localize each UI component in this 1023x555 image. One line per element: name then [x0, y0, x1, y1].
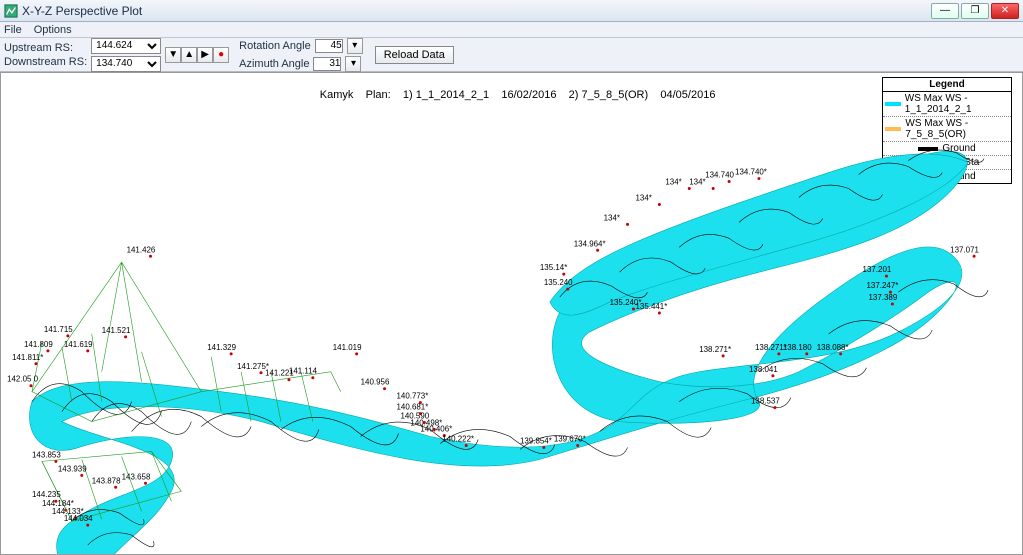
downstream-label: Downstream RS:	[4, 56, 87, 68]
svg-text:134*: 134*	[689, 178, 705, 187]
svg-text:144.034: 144.034	[64, 514, 93, 523]
perspective-plot[interactable]: 141.426 141.521 141.715 141.619 141.809 141.8…	[1, 73, 1022, 554]
svg-text:134.740: 134.740	[705, 171, 734, 180]
svg-text:135.240: 135.240	[544, 278, 573, 287]
svg-text:141.619: 141.619	[64, 340, 93, 349]
svg-text:137.201: 137.201	[863, 265, 892, 274]
svg-text:137.247*: 137.247*	[867, 281, 899, 290]
menu-options[interactable]: Options	[34, 24, 72, 36]
svg-text:143.658: 143.658	[122, 472, 151, 481]
svg-text:139.670*: 139.670*	[554, 434, 586, 443]
svg-text:140.956: 140.956	[361, 378, 390, 387]
svg-text:142.05 0: 142.05 0	[7, 375, 39, 384]
minimize-button[interactable]: —	[931, 3, 959, 19]
svg-text:134.740*: 134.740*	[735, 168, 767, 177]
svg-text:141.019: 141.019	[333, 343, 362, 352]
svg-text:141.811*: 141.811*	[12, 353, 43, 362]
svg-text:140.406*: 140.406*	[420, 425, 452, 434]
record-button[interactable]: ●	[213, 47, 229, 63]
close-button[interactable]: ✕	[991, 3, 1019, 19]
svg-text:138.537: 138.537	[751, 397, 780, 406]
plot-area: Kamyk Plan: 1) 1_1_2014_2_1 16/02/2016 2…	[0, 72, 1023, 555]
svg-text:134*: 134*	[635, 193, 651, 202]
maximize-button[interactable]: ❐	[961, 3, 989, 19]
svg-text:140.773*: 140.773*	[396, 392, 428, 401]
svg-text:140.222*: 140.222*	[442, 434, 474, 443]
menu-file[interactable]: File	[4, 24, 22, 36]
svg-text:141.809: 141.809	[24, 340, 53, 349]
rotation-input[interactable]	[315, 39, 343, 53]
svg-text:138.041: 138.041	[749, 365, 778, 374]
upstream-select[interactable]: 144.624	[91, 38, 161, 54]
svg-text:141.114: 141.114	[289, 367, 318, 376]
svg-text:144.235: 144.235	[32, 490, 61, 499]
svg-text:137.071: 137.071	[950, 245, 979, 254]
svg-text:140.681*: 140.681*	[396, 403, 428, 412]
arrow-down-button[interactable]: ▼	[165, 47, 181, 63]
rotation-label: Rotation Angle	[239, 40, 311, 52]
svg-text:134*: 134*	[604, 213, 620, 222]
svg-text:138.088*: 138.088*	[817, 343, 849, 352]
window-title: X-Y-Z Perspective Plot	[22, 4, 931, 18]
svg-text:135.14*: 135.14*	[540, 263, 567, 272]
svg-text:134*: 134*	[665, 178, 681, 187]
arrow-up-button[interactable]: ▲	[181, 47, 197, 63]
reload-button[interactable]: Reload Data	[375, 46, 454, 64]
svg-text:141.329: 141.329	[207, 343, 236, 352]
svg-text:141.715: 141.715	[44, 325, 73, 334]
svg-text:139.854*: 139.854*	[520, 436, 552, 445]
titlebar: X-Y-Z Perspective Plot — ❐ ✕	[0, 0, 1023, 22]
svg-text:138.180: 138.180	[783, 343, 812, 352]
svg-text:138.271*: 138.271*	[699, 345, 731, 354]
azimuth-spin[interactable]: ▾	[345, 56, 361, 72]
toolbar: Upstream RS: Downstream RS: 144.624 134.…	[0, 38, 1023, 72]
svg-text:135.441*: 135.441*	[635, 302, 667, 311]
svg-text:141.426: 141.426	[127, 245, 156, 254]
arrow-right-button[interactable]: ▶	[197, 47, 213, 63]
downstream-select[interactable]: 134.740	[91, 56, 161, 72]
upstream-label: Upstream RS:	[4, 42, 87, 54]
svg-text:143.939: 143.939	[58, 464, 87, 473]
rotation-spin[interactable]: ▾	[347, 38, 363, 54]
svg-text:143.878: 143.878	[92, 476, 121, 485]
azimuth-label: Azimuth Angle	[239, 58, 309, 70]
azimuth-input[interactable]	[313, 57, 341, 71]
menubar: File Options	[0, 22, 1023, 38]
app-icon	[4, 4, 18, 18]
svg-text:137.389: 137.389	[869, 293, 898, 302]
svg-text:141.521: 141.521	[102, 326, 131, 335]
svg-text:134.964*: 134.964*	[574, 239, 606, 248]
svg-text:143.853: 143.853	[32, 450, 61, 459]
